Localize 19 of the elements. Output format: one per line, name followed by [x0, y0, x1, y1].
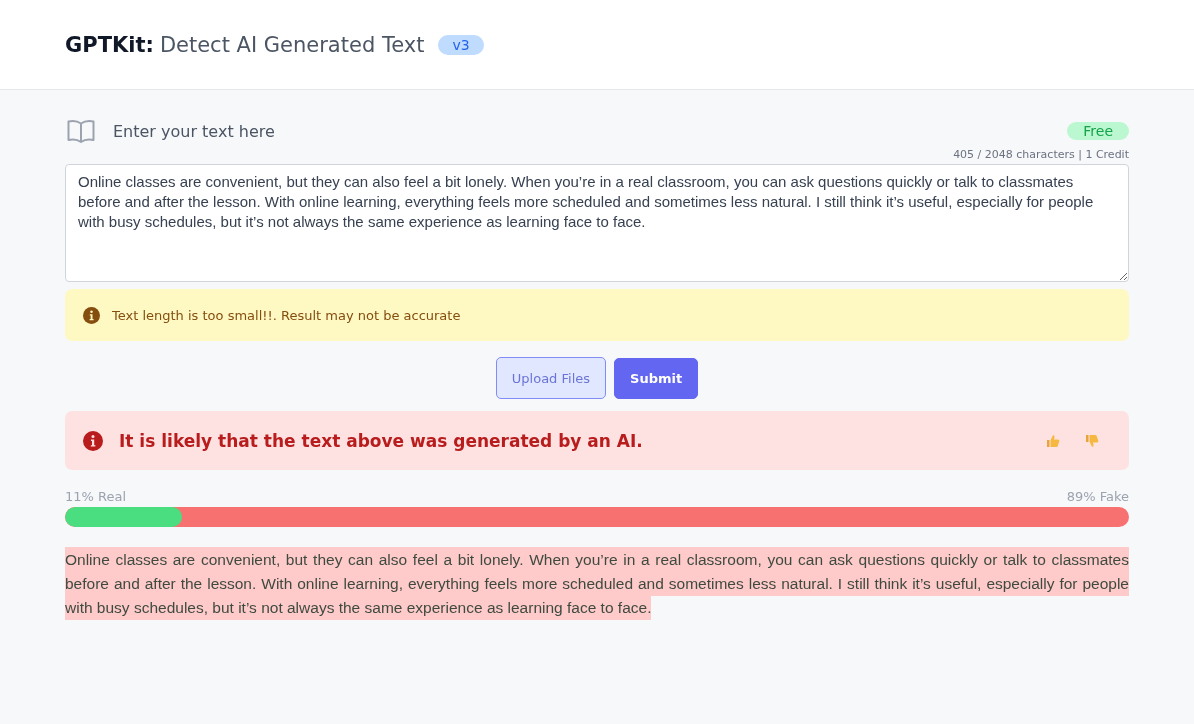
input-heading: Enter your text here — [113, 121, 275, 141]
highlighted-text: Online classes are convenient, but they can also feel a bit lonely. When you’re in a real classroom, you can ask questions quickly or talk to classmates before and after the lesson. With online learning, everything feels more scheduled and sometimes less natural. I still think it’s useful, especially for people with busy schedules, but it’s not always the same experience as learning face to face. — [65, 548, 1129, 620]
page-title: Detect AI Generated Text — [159, 32, 425, 57]
character-counter: 405 / 2048 characters | 1 Credit — [953, 148, 1129, 161]
book-icon — [67, 119, 95, 143]
thumbs-down-icon[interactable] — [1085, 433, 1099, 448]
result-message: It is likely that the text above was generated by an AI. — [119, 430, 643, 451]
plan-badge: Free — [1067, 122, 1129, 140]
fake-percentage: 89% Fake — [1066, 489, 1129, 504]
upload-button[interactable]: Upload Files — [495, 357, 607, 399]
warning-message: Text length is too small!!. Result may not be accurate — [112, 307, 461, 323]
brand-name: GPTKit: — [65, 32, 154, 57]
info-icon — [83, 430, 103, 451]
submit-button[interactable]: Submit — [614, 358, 699, 399]
text-input-field[interactable]: Online classes are convenient, but they can also feel a bit lonely. When you’re in a real classroom, you can ask questions quickly or talk to classmates before and after the lesson. With online learning, everything feels more scheduled and sometimes less natural. I still think it’s useful, especially for people with busy schedules, but it’s not always the same experience as learning face to face. — [65, 164, 1129, 282]
thumbs-up-icon[interactable] — [1046, 433, 1060, 448]
info-icon — [83, 306, 100, 324]
real-percentage: 11% Real — [65, 489, 127, 504]
version-badge: v3 — [438, 34, 484, 55]
